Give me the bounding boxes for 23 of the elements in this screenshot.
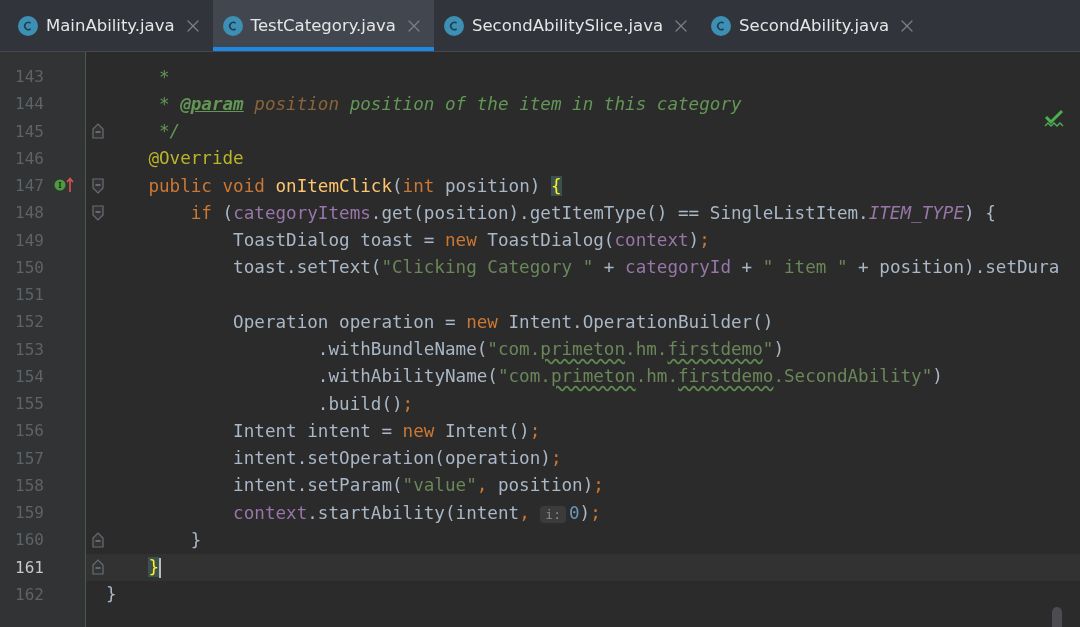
code-line: } bbox=[106, 584, 117, 605]
code-line: Intent intent = new Intent(); bbox=[232, 420, 541, 441]
code-line: public void onItemClick(int position) { bbox=[147, 175, 562, 196]
code-line: intent.setOperation(operation); bbox=[232, 448, 562, 469]
file-tab[interactable]: MainAbility.java bbox=[8, 0, 213, 51]
code-line: @Override bbox=[147, 148, 244, 169]
code-line: */ bbox=[157, 121, 181, 142]
code-line: intent.setParam("value", position); bbox=[232, 475, 604, 496]
code-line: Operation operation = new Intent.OperationBuilder() bbox=[232, 311, 774, 332]
code-line: * @param position position of the item in this category bbox=[157, 93, 742, 114]
line-number: 161 bbox=[14, 557, 44, 577]
code-line: .withBundleName("com.primeton.hm.firstdemo") bbox=[316, 339, 784, 360]
file-tab[interactable]: TestCategory.java bbox=[212, 0, 434, 51]
code-line: .build(); bbox=[316, 393, 414, 414]
file-tab[interactable]: SecondAbility.java bbox=[701, 0, 928, 51]
code-line: context.startAbility(intent, i: 0); bbox=[232, 502, 601, 523]
code-line: } bbox=[189, 529, 202, 550]
file-tab[interactable]: SecondAbilitySlice.java bbox=[433, 0, 702, 51]
code-line: .withAbilityName("com.primeton.hm.firstdemo.SecondAbility") bbox=[316, 366, 943, 387]
code-line: ToastDialog toast = new ToastDialog(context); bbox=[232, 230, 710, 251]
code-line: toast.setText("Clicking Category " + categoryId + " item " + position).setDura bbox=[232, 257, 1060, 278]
code-line: * bbox=[157, 66, 170, 87]
code-line: if (categoryItems.get(position).getItemType() == SingleListItem.ITEM_TYPE) { bbox=[189, 202, 996, 223]
